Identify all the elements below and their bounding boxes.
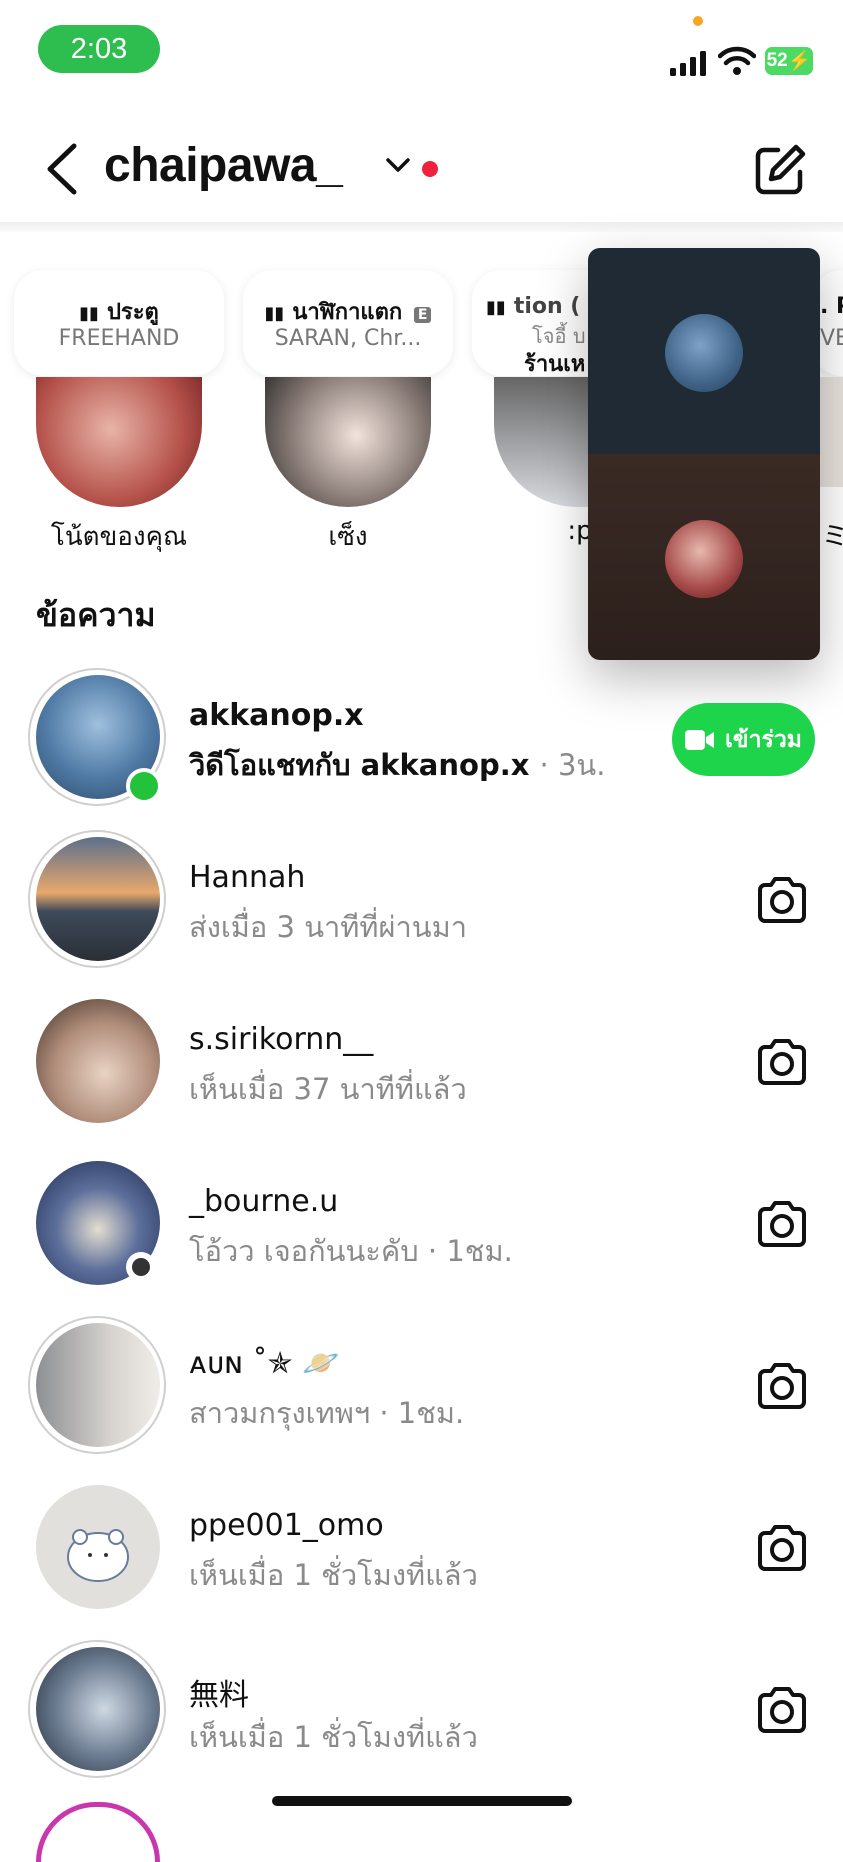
signal-icon [670,51,706,76]
chat-row[interactable]: ᴀᴜɴ ˚✯ 🪐 สาวมกรุงเทพฯ · 1ชม. [0,1306,843,1468]
story-avatar[interactable] [265,377,431,507]
explicit-badge: E [413,307,432,323]
caller-avatar [665,314,743,392]
chat-name: akkanop.x [189,698,364,733]
chat-preview: เห็นเมื่อ 37 นาทีที่แล้ว [189,1072,467,1106]
unread-dot [422,161,438,177]
join-call-button[interactable]: เข้าร่วม [672,703,815,776]
chat-name: 無料 [189,1678,249,1713]
story-name: ミ [822,522,843,552]
camera-icon[interactable] [754,1682,810,1738]
camera-icon[interactable] [754,872,810,928]
activity-indicator [126,1252,156,1282]
messages-heading: ข้อความ [36,596,156,634]
story-name: โน้ตของคุณ [50,522,188,552]
self-avatar [665,520,743,598]
chat-preview: วิดีโอแชทกับ akkanop.x · 3น. [189,748,606,782]
mic-indicator [693,16,703,26]
bear-illustration [67,1529,129,1582]
chat-row[interactable]: _bourne.u โอ้วว เจอกันนะคับ · 1ชม. [0,1144,843,1306]
chat-name: ppe001_omo [189,1508,384,1543]
chat-name: s.sirikornn__ [189,1022,374,1057]
music-bars-icon: ▮▮ [486,297,506,318]
chat-name: ᴀᴜɴ ˚✯ 🪐 [189,1346,340,1381]
chat-preview: ส่งเมื่อ 3 นาทีที่ผ่านมา [189,910,468,944]
story-avatar[interactable] [494,377,588,507]
account-switcher[interactable]: chaipawa_ [104,138,343,193]
camera-icon[interactable] [754,1358,810,1414]
chat-row[interactable]: 無料 เห็นเมื่อ 1 ชั่วโมงที่แล้ว [0,1630,843,1792]
music-bars-icon: ▮▮ [264,303,285,324]
header-divider [0,222,843,232]
status-time: 2:03 [38,25,160,73]
chat-row[interactable]: ppe001_omo เห็นเมื่อ 1 ชั่วโมงที่แล้ว [0,1468,843,1630]
back-button[interactable] [40,140,84,198]
music-bars-icon: ▮▮ [79,303,99,324]
camera-icon[interactable] [754,1196,810,1252]
story-name: เซ็ง [328,522,368,552]
story-ring [36,1802,160,1862]
story-avatar[interactable] [820,377,843,487]
chat-preview: เห็นเมื่อ 1 ชั่วโมงที่แล้ว [189,1720,478,1754]
chat-preview: โอ้วว เจอกันนะคับ · 1ชม. [189,1234,513,1268]
compose-icon[interactable] [752,142,808,198]
chat-name: _bourne.u [189,1184,339,1219]
chat-row[interactable]: Hannah ส่งเมื่อ 3 นาทีที่ผ่านมา [0,820,843,982]
online-indicator [126,768,162,804]
avatar [36,1323,160,1447]
video-camera-icon [685,729,715,750]
chat-row[interactable]: s.sirikornn__ เห็นเมื่อ 37 นาทีที่แล้ว [0,982,843,1144]
note-bubble[interactable]: ▮▮ นาฬิกาแตก E SARAN, Chr... [243,270,453,376]
home-indicator [272,1796,572,1806]
camera-icon[interactable] [754,1520,810,1576]
camera-icon[interactable] [754,1034,810,1090]
chevron-down-icon[interactable] [383,150,413,180]
story-avatar[interactable] [36,377,202,507]
avatar [36,1647,160,1771]
avatar [36,1485,160,1609]
video-call-pip[interactable] [588,248,820,660]
chat-preview: เห็นเมื่อ 1 ชั่วโมงที่แล้ว [189,1558,478,1592]
avatar [36,837,160,961]
battery-indicator: 52 ⚡ [765,47,813,75]
note-bubble[interactable]: ▮▮ ประตู FREEHAND [14,270,224,376]
chat-preview: สาวมกรุงเทพฯ · 1ชม. [189,1396,465,1430]
wifi-icon [718,46,756,75]
chat-name: Hannah [189,860,306,895]
avatar [36,999,160,1123]
